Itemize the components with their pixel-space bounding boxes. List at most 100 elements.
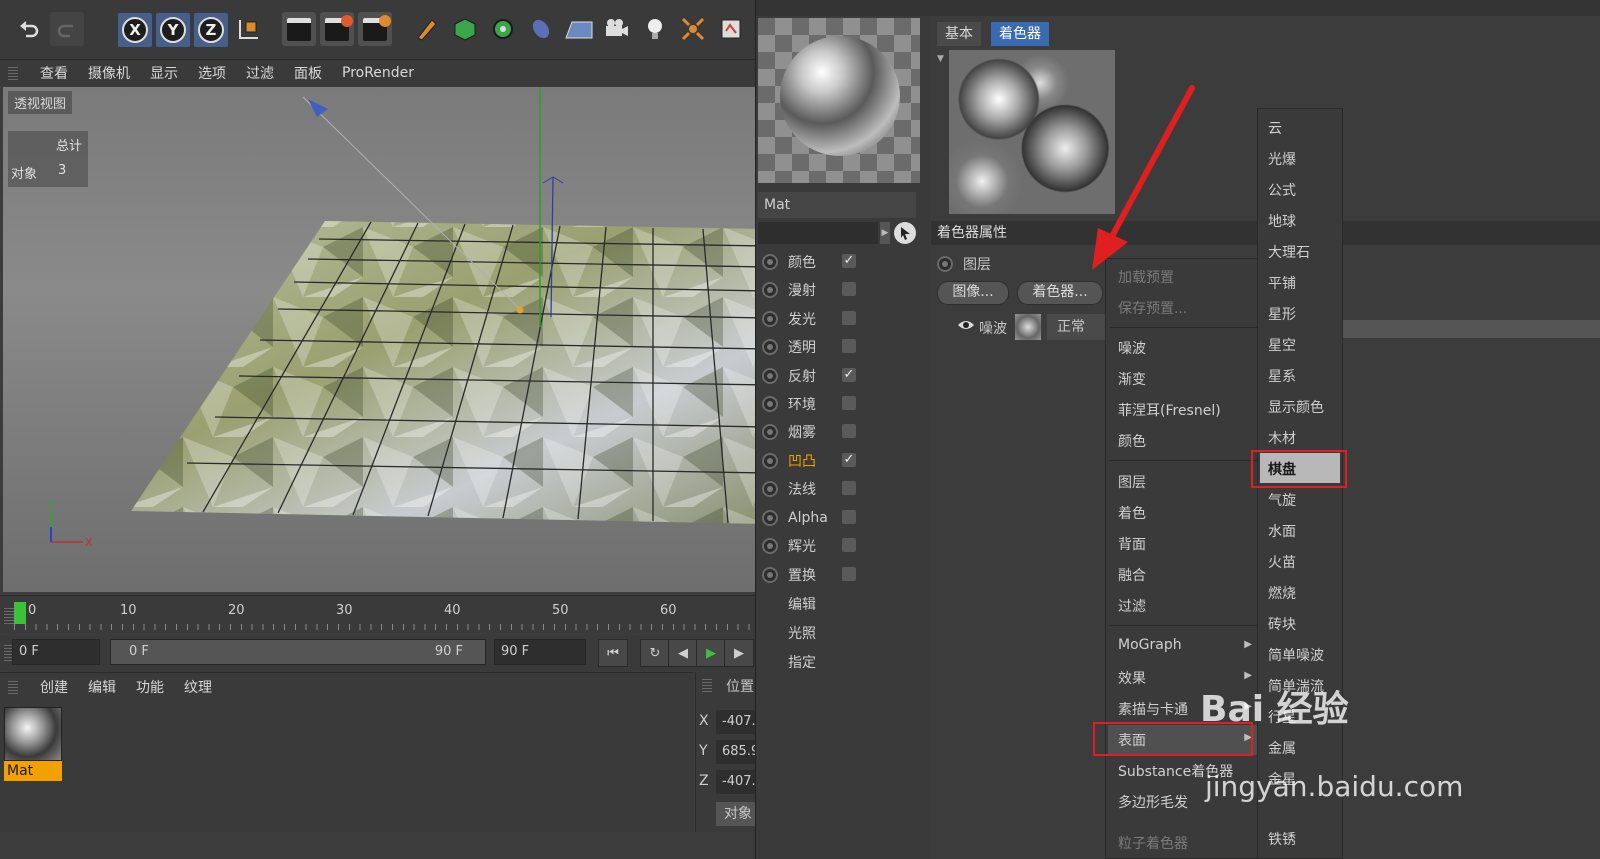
coord-x-field[interactable]: -407. [716,710,758,734]
light-icon[interactable] [638,12,672,46]
step-back-icon[interactable]: ◀ [668,639,698,667]
material-menu-grip-icon[interactable] [8,680,18,694]
submenu-item[interactable]: 水面 [1268,521,1296,541]
floor-icon[interactable] [562,12,596,46]
channel-radio[interactable] [762,453,778,469]
channel-fog[interactable]: 烟雾 [762,418,856,446]
submenu-item[interactable]: 砖块 [1268,614,1296,634]
channel-radio[interactable] [762,510,778,526]
perspective-viewport[interactable]: Y X 透视视图 总计 对象 3 [3,87,766,592]
object-mode-button[interactable]: 对象 [716,802,758,826]
channel-alpha[interactable]: Alpha [762,504,856,532]
channel-displacement[interactable]: 置换 [762,561,856,589]
menu-display[interactable]: 显示 [140,63,188,83]
attribute-slider-track[interactable] [1343,320,1600,338]
channel-checkbox[interactable] [842,424,856,438]
picker-cursor-icon[interactable] [894,222,916,244]
material-thumbnail[interactable] [4,707,62,761]
submenu-item[interactable]: 公式 [1268,180,1296,200]
blend-mode-select[interactable]: 正常 [1047,314,1107,340]
channel-glow[interactable]: 辉光 [762,532,856,560]
menu-gradient[interactable]: 渐变 [1118,369,1146,389]
channel-luminance[interactable]: 发光 [762,305,856,333]
layer-row[interactable]: 图层 [937,254,991,274]
editor-tab-illumination[interactable]: 光照 [788,623,816,643]
axis-z-button[interactable]: Z [193,12,229,48]
loop-icon[interactable]: ↻ [640,639,670,667]
menu-sketch-toon[interactable]: 素描与卡通 [1118,699,1188,719]
submenu-item[interactable]: 燃烧 [1268,583,1296,603]
shader-button[interactable]: 着色器... [1017,281,1103,305]
layer-radio[interactable] [937,256,953,272]
tag-icon[interactable] [714,12,748,46]
submenu-item[interactable]: 地球 [1268,211,1296,231]
channel-checkbox[interactable] [842,339,856,353]
coord-z-field[interactable]: -407. [716,770,758,794]
submenu-item[interactable]: 铁锈 [1268,829,1296,849]
channel-radio[interactable] [762,339,778,355]
cube-primitive-icon[interactable] [448,12,482,46]
eye-icon[interactable] [957,318,975,332]
frame-range-slider[interactable]: 0 F 90 F [110,639,486,665]
camera-icon[interactable] [600,12,634,46]
channel-radio[interactable] [762,481,778,497]
redo-icon[interactable] [50,12,84,46]
menu-colorizer[interactable]: 着色 [1118,503,1146,523]
menu-layer[interactable]: 图层 [1118,472,1146,492]
channel-search-field[interactable] [758,222,878,244]
menu-color[interactable]: 颜色 [1118,431,1146,451]
channel-checkbox[interactable] [842,282,856,296]
menu-camera[interactable]: 摄像机 [78,63,140,83]
channel-checkbox[interactable] [842,396,856,410]
menu-texture[interactable]: 纹理 [174,677,222,697]
channel-transparency[interactable]: 透明 [762,333,856,361]
menu-backside[interactable]: 背面 [1118,534,1146,554]
play-icon[interactable]: ▶ [696,639,726,667]
submenu-item[interactable]: 大理石 [1268,242,1310,262]
editor-tab-edit[interactable]: 编辑 [788,594,816,614]
channel-checkbox[interactable]: ✓ [842,254,856,268]
menu-filter[interactable]: 过滤 [236,63,284,83]
coord-y-field[interactable]: 685.9 [716,740,758,764]
go-to-start-icon[interactable]: ⏮ [598,639,628,667]
menu-effects[interactable]: 效果 [1118,668,1146,688]
channel-radio[interactable] [762,368,778,384]
menu-grip-icon[interactable] [8,66,18,80]
channel-checkbox[interactable] [842,567,856,581]
render-view-icon[interactable] [282,12,316,46]
tab-shader[interactable]: 着色器 [991,22,1049,46]
menu-mograph[interactable]: MoGraph [1118,637,1182,653]
menu-view[interactable]: 查看 [30,63,78,83]
channel-checkbox[interactable] [842,538,856,552]
menu-noise[interactable]: 噪波 [1118,338,1146,358]
layer-thumbnail[interactable] [1015,314,1041,340]
submenu-item[interactable]: 云 [1268,118,1282,138]
step-forward-icon[interactable]: ▶ [724,639,754,667]
submenu-item[interactable]: 简单噪波 [1268,645,1324,665]
timeline-ruler[interactable]: 0 10 20 30 40 50 60 [0,595,770,633]
channel-checkbox[interactable] [842,481,856,495]
pen-tool-icon[interactable] [410,12,444,46]
current-frame-field[interactable]: 0 F [12,639,100,665]
deformer-icon[interactable] [524,12,558,46]
channel-radio[interactable] [762,254,778,270]
channel-diffuse[interactable]: 漫射 [762,276,856,304]
material-name-label[interactable]: Mat [4,761,62,781]
collapse-arrow-icon[interactable]: ▼ [937,54,944,64]
render-settings-icon[interactable] [358,12,392,46]
tab-basic[interactable]: 基本 [937,22,981,46]
menu-options[interactable]: 选项 [188,63,236,83]
submenu-item[interactable]: 星空 [1268,335,1296,355]
menu-panel[interactable]: 面板 [284,63,332,83]
channel-expand-icon[interactable]: ▶ [880,222,890,244]
submenu-item[interactable]: 木材 [1268,428,1296,448]
menu-fresnel[interactable]: 菲涅耳(Fresnel) [1118,400,1221,420]
render-region-icon[interactable] [320,12,354,46]
coordinate-system-icon[interactable] [232,12,266,46]
channel-checkbox[interactable] [842,311,856,325]
coords-grip-icon[interactable] [702,678,712,692]
channel-normal[interactable]: 法线 [762,475,856,503]
submenu-item[interactable]: 气旋 [1268,490,1296,510]
end-frame-field[interactable]: 90 F [494,639,586,665]
axis-y-button[interactable]: Y [155,12,191,48]
